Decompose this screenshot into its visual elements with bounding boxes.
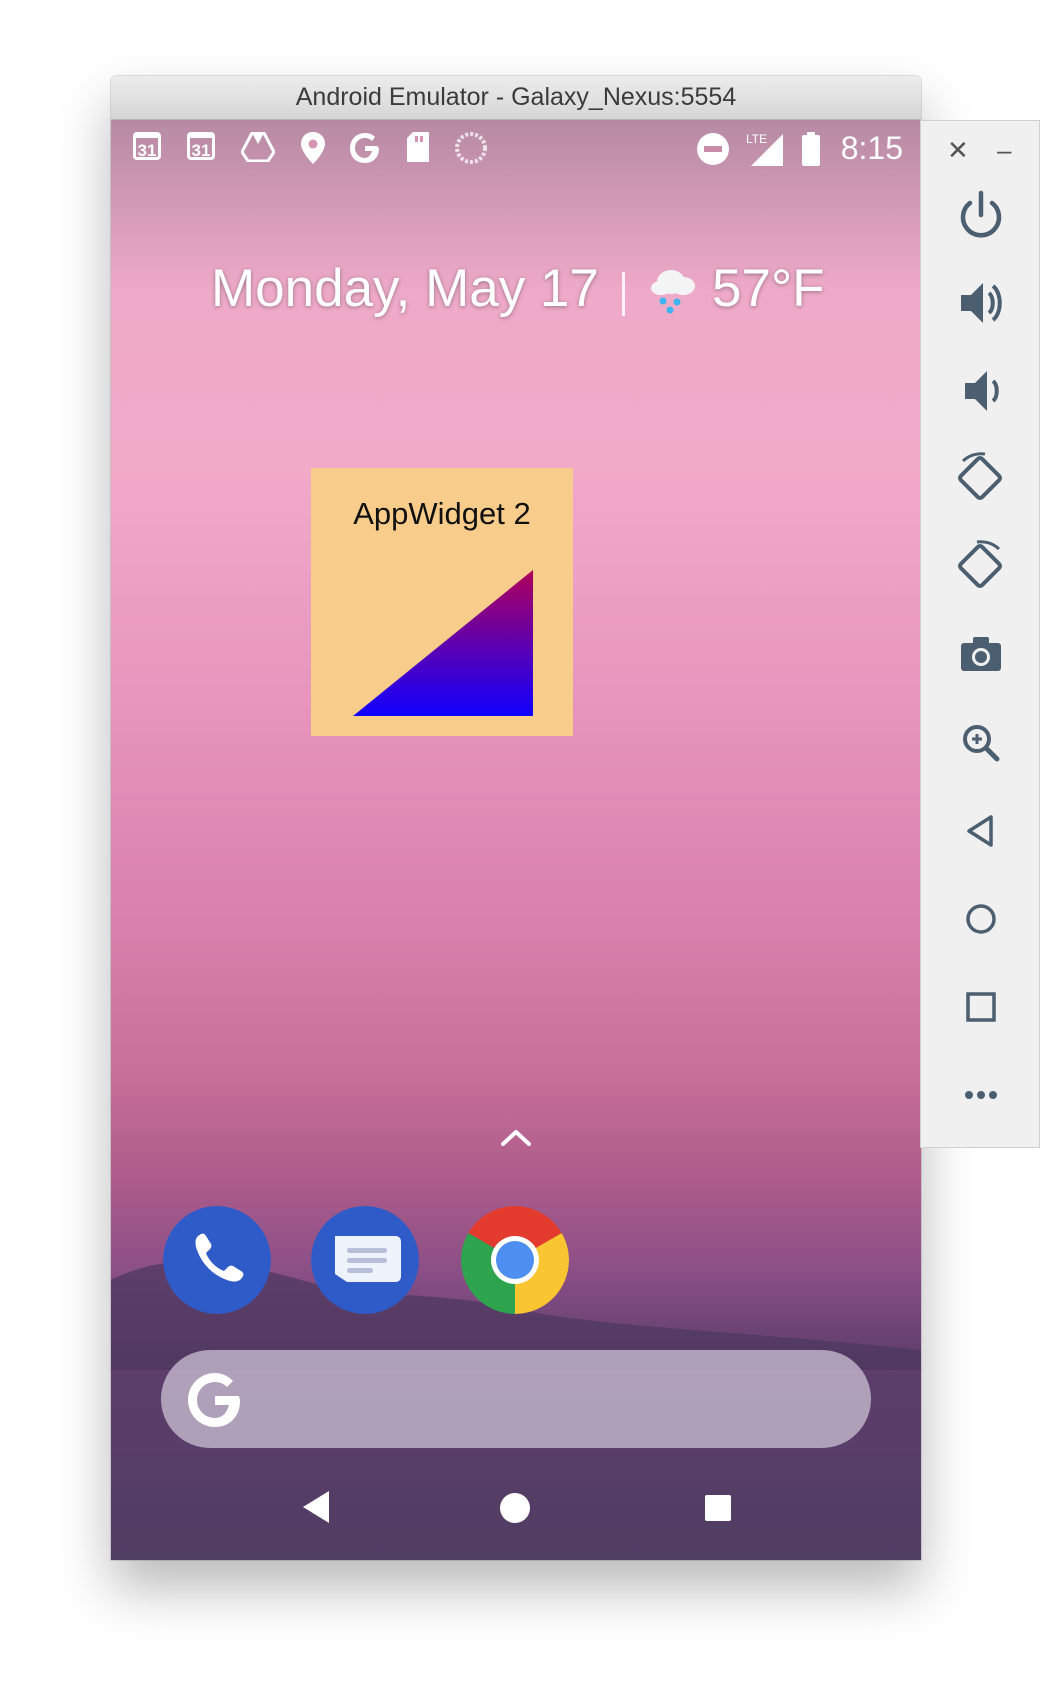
status-bar[interactable]: 31 31 LTE 8:15 — [111, 120, 921, 176]
do-not-disturb-icon — [697, 133, 729, 165]
window-title: Android Emulator - Galaxy_Nexus:5554 — [111, 76, 921, 120]
volume-up-icon[interactable] — [951, 273, 1011, 333]
widget-title: AppWidget 2 — [353, 496, 531, 531]
app-widget[interactable]: AppWidget 2 — [311, 468, 573, 736]
minimize-icon[interactable]: – — [997, 135, 1011, 166]
battery-icon — [802, 132, 820, 166]
loading-icon — [455, 132, 487, 164]
close-icon[interactable]: ✕ — [947, 135, 969, 166]
sd-card-icon — [407, 132, 429, 162]
at-a-glance[interactable]: Monday, May 17 57°F — [111, 258, 921, 328]
power-icon[interactable] — [951, 185, 1011, 245]
location-icon — [301, 132, 325, 164]
google-icon — [350, 133, 379, 163]
recents-icon[interactable] — [704, 1494, 732, 1522]
overview-icon[interactable] — [951, 977, 1011, 1037]
chrome-icon[interactable] — [461, 1206, 569, 1314]
back-icon[interactable] — [301, 1490, 331, 1524]
rotate-left-icon[interactable] — [951, 449, 1011, 509]
nav-bar — [111, 1460, 921, 1560]
network-label: LTE — [746, 132, 767, 146]
drive-icon — [241, 132, 275, 162]
rotate-right-icon[interactable] — [951, 537, 1011, 597]
volume-down-icon[interactable] — [951, 361, 1011, 421]
snow-cloud-icon — [651, 270, 695, 314]
status-time: 8:15 — [840, 130, 903, 166]
google-g-icon — [188, 1373, 240, 1427]
more-icon[interactable] — [951, 1065, 1011, 1125]
device-screen[interactable]: 31 31 LTE 8:15 Monday, May 17 57°F AppWi… — [111, 120, 921, 1560]
widget-gradient-triangle — [353, 570, 533, 716]
emulator-toolbar: ✕ – — [920, 120, 1040, 1148]
messages-icon[interactable] — [311, 1206, 419, 1314]
back-icon[interactable] — [951, 801, 1011, 861]
google-search-bar[interactable] — [161, 1350, 871, 1448]
divider — [622, 272, 625, 316]
home-icon[interactable] — [499, 1492, 531, 1524]
home-icon[interactable] — [951, 889, 1011, 949]
signal-lte-icon: LTE — [746, 132, 783, 166]
camera-icon[interactable] — [951, 625, 1011, 685]
app-drawer-chevron-icon[interactable] — [499, 1128, 533, 1148]
zoom-icon[interactable] — [951, 713, 1011, 773]
phone-icon[interactable] — [163, 1206, 271, 1314]
calendar-icon: 31 — [133, 132, 161, 160]
temperature-label[interactable]: 57°F — [712, 258, 825, 319]
date-label[interactable]: Monday, May 17 — [211, 258, 599, 319]
emulator-window: Android Emulator - Galaxy_Nexus:5554 31 … — [111, 76, 921, 1560]
calendar-icon: 31 — [187, 132, 215, 160]
